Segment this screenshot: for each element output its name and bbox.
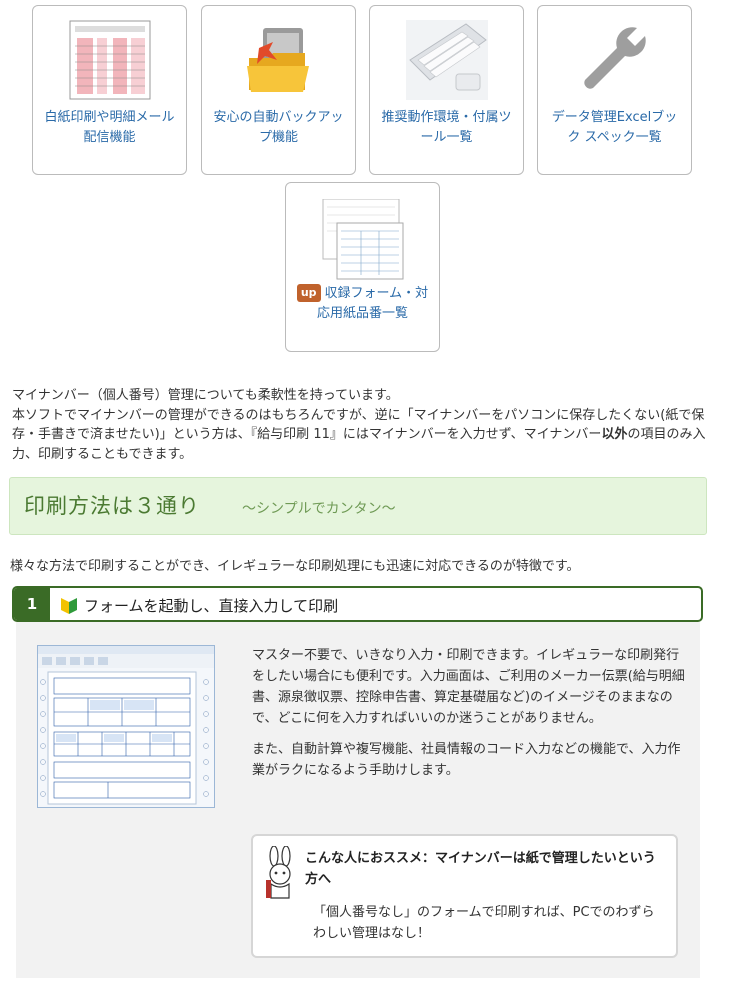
section-title: 印刷方法は３通り xyxy=(24,494,200,518)
card-label: 推奨動作環境・付属ツール一覧 xyxy=(381,110,512,145)
card-blank-print[interactable]: 白紙印刷や明細メール配信機能 xyxy=(32,5,187,175)
card-label-wrap: up 収録フォーム・対応用紙品番一覧 xyxy=(296,284,429,324)
section-heading: 印刷方法は３通り ～シンプルでカンタン～ xyxy=(9,477,707,535)
card-label: 収録フォーム・対応用紙品番一覧 xyxy=(316,286,429,321)
recommendation-body: 「個人番号なし」のフォームで印刷すれば、PCでのわずらわしい管理はなし！ xyxy=(313,905,655,941)
recommendation-title: こんな人におススメ：マイナンバーは紙で管理したいという方へ xyxy=(305,851,656,887)
rabbit-mascot-icon xyxy=(261,845,301,906)
folder-backup-icon xyxy=(202,20,355,102)
step-header: 1 フォームを起動し、直接入力して印刷 xyxy=(12,586,703,622)
card-label: データ管理Excelブック スペック一覧 xyxy=(551,110,678,145)
step-title: フォームを起動し、直接入力して印刷 xyxy=(84,597,339,615)
section-subtitle: ～シンプルでカンタン～ xyxy=(242,501,396,517)
step-number: 1 xyxy=(14,588,50,620)
card-supported-forms[interactable]: up 収録フォーム・対応用紙品番一覧 xyxy=(285,182,440,352)
description-paragraph-2: また、自動計算や複写機能、社員情報のコード入力などの機能で、入力作業がラクになる… xyxy=(252,742,681,778)
description-paragraph-1: マスター不要で、いきなり入力・印刷できます。イレギュラーな印刷発行をしたい場合に… xyxy=(252,648,685,726)
step-description: マスター不要で、いきなり入力・印刷できます。イレギュラーな印刷発行をしたい場合に… xyxy=(252,645,688,791)
up-badge: up xyxy=(296,284,321,302)
beginner-mark-icon xyxy=(60,595,78,619)
card-system-requirements[interactable]: 推奨動作環境・付属ツール一覧 xyxy=(369,5,524,175)
intro-bold: 以外 xyxy=(601,427,628,442)
input-screen-screenshot xyxy=(37,645,215,808)
card-excel-spec[interactable]: データ管理Excelブック スペック一覧 xyxy=(537,5,692,175)
card-label: 白紙印刷や明細メール配信機能 xyxy=(44,110,175,145)
keyboard-photo xyxy=(370,20,523,102)
card-label: 安心の自動バックアップ機能 xyxy=(213,110,344,145)
intro-line1: マイナンバー（個人番号）管理についても柔軟性を持っています。 xyxy=(12,388,399,403)
intro-paragraph: 本ソフトでマイナンバーの管理ができるのはもちろんですが、逆に「マイナンバーをパソ… xyxy=(12,406,712,465)
form-list-thumbnail xyxy=(286,199,439,281)
recommendation-box: こんな人におススメ：マイナンバーは紙で管理したいという方へ 「個人番号なし」のフ… xyxy=(251,834,678,958)
payslip-form-thumbnail xyxy=(33,20,186,102)
wrench-icon xyxy=(538,20,691,102)
intro-text: マイナンバー（個人番号）管理についても柔軟性を持っています。 本ソフトでマイナン… xyxy=(12,386,712,464)
card-auto-backup[interactable]: 安心の自動バックアップ機能 xyxy=(201,5,356,175)
lead-text: 様々な方法で印刷することができ、イレギュラーな印刷処理にも迅速に対応できるのが特… xyxy=(10,559,580,574)
